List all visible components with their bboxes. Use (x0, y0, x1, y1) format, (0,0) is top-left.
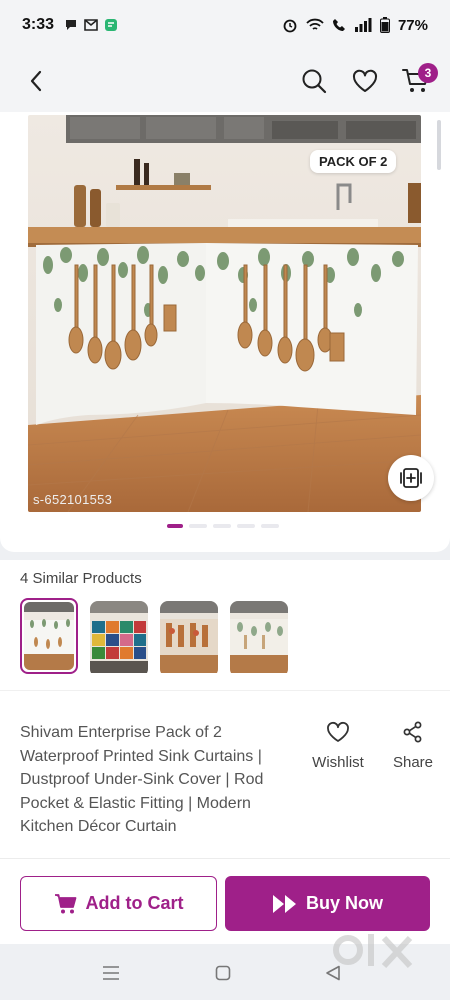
similar-products-title: 4 Similar Products (20, 570, 142, 587)
status-bar: 3:33 77% (0, 0, 450, 50)
back-button[interactable] (22, 67, 50, 95)
similar-thumbnail-selected[interactable] (20, 598, 78, 674)
product-image[interactable]: PACK OF 2 (28, 115, 421, 512)
home-button[interactable] (212, 962, 234, 984)
product-title-section: Shivam Enterprise Pack of 2 Waterproof P… (0, 690, 450, 858)
gallery-button[interactable] (388, 455, 434, 501)
carousel-dot-active[interactable] (167, 524, 183, 528)
call-icon (332, 18, 346, 32)
fast-forward-icon (272, 894, 296, 913)
app-icon (104, 18, 118, 32)
top-nav: 3 (0, 50, 450, 112)
add-to-cart-label: Add to Cart (85, 893, 184, 913)
product-title: Shivam Enterprise Pack of 2 Waterproof P… (20, 724, 264, 835)
similar-thumbnail[interactable] (160, 601, 218, 677)
cart-button[interactable]: 3 (400, 63, 438, 97)
square-icon (215, 965, 231, 981)
search-button[interactable] (298, 65, 330, 97)
carousel-dot[interactable] (261, 524, 279, 528)
carousel-dots[interactable] (167, 524, 279, 528)
similar-thumbnail[interactable] (90, 601, 148, 677)
gallery-icon (400, 468, 422, 488)
carousel-dot[interactable] (213, 524, 231, 528)
similar-thumbnail[interactable] (230, 601, 288, 677)
share-icon (403, 721, 422, 743)
battery-icon (379, 17, 390, 33)
signal-icon (354, 18, 372, 32)
sku-label: s-652101553 (33, 492, 113, 507)
menu-icon (103, 966, 119, 980)
wishlist-label: Wishlist (312, 754, 364, 771)
carousel-dot[interactable] (189, 524, 207, 528)
wishlist-button[interactable]: Wishlist (308, 721, 368, 771)
buy-now-button[interactable]: Buy Now (225, 876, 430, 931)
similar-products-section: 4 Similar Products (0, 560, 450, 690)
cart-icon (54, 893, 76, 913)
alarm-icon (282, 17, 298, 33)
cart-count-badge: 3 (418, 63, 438, 83)
share-button[interactable]: Share (388, 721, 438, 771)
buy-now-label: Buy Now (305, 893, 383, 913)
product-image-card: PACK OF 2 (0, 112, 450, 552)
status-time: 3:33 (22, 16, 55, 33)
wishlist-nav-button[interactable] (349, 65, 381, 97)
similar-thumbnails (20, 598, 288, 677)
status-notification-icons (64, 18, 118, 32)
share-label: Share (392, 754, 434, 771)
add-to-cart-button[interactable]: Add to Cart (20, 876, 217, 931)
scrollbar[interactable] (437, 120, 441, 170)
pack-badge: PACK OF 2 (310, 150, 397, 173)
chat-icon (64, 18, 78, 32)
product-photo-illustration (28, 115, 421, 512)
battery-level: 77% (397, 16, 428, 34)
carousel-dot[interactable] (237, 524, 255, 528)
heart-icon (327, 721, 349, 742)
wifi-icon (306, 18, 324, 32)
chevron-left-icon (30, 70, 42, 92)
olx-watermark-logo (333, 934, 413, 969)
recent-apps-button[interactable] (100, 962, 122, 984)
search-icon (302, 69, 327, 94)
heart-icon (352, 69, 378, 92)
gmail-icon (84, 19, 98, 31)
